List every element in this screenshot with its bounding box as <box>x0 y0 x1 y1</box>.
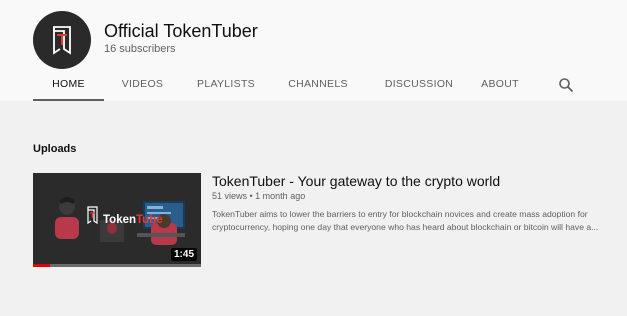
video-duration: 1:45 <box>170 248 197 261</box>
video-title[interactable]: TokenTuber - Your gateway to the crypto … <box>212 173 612 189</box>
video-thumbnail[interactable]: TokenTube 1:45 <box>33 173 201 267</box>
channel-avatar[interactable] <box>33 11 91 69</box>
tab-channels[interactable]: CHANNELS <box>281 70 355 99</box>
watch-progress-fill <box>33 264 50 267</box>
tab-videos[interactable]: VIDEOS <box>113 70 172 99</box>
search-icon <box>559 78 573 92</box>
thumbnail-title: TokenTube <box>103 214 163 226</box>
video-description-line: cryptocurrency, hoping one day that ever… <box>212 222 599 232</box>
subscriber-count: 16 subscribers <box>104 43 176 55</box>
tab-discussion[interactable]: DISCUSSION <box>375 70 463 99</box>
channel-tabs: HOME VIDEOS PLAYLISTS CHANNELS DISCUSSIO… <box>33 70 627 101</box>
tab-home[interactable]: HOME <box>33 70 104 101</box>
video-description-line: TokenTuber aims to lower the barriers to… <box>212 209 588 219</box>
uploads-heading: Uploads <box>33 143 77 155</box>
thumbnail-text-token: Token <box>103 214 137 226</box>
channel-header: Official TokenTuber 16 subscribers HOME … <box>0 0 627 101</box>
thumbnail-text-tube: Tube <box>136 214 163 226</box>
channel-name: Official TokenTuber <box>104 21 258 41</box>
tab-playlists[interactable]: PLAYLISTS <box>191 70 261 99</box>
watch-progress-bar <box>33 264 201 267</box>
search-button[interactable] <box>557 76 575 94</box>
tokentuber-logo-icon <box>53 26 71 55</box>
video-meta: 51 views • 1 month ago <box>212 191 306 201</box>
video-description: TokenTuber aims to lower the barriers to… <box>212 208 612 234</box>
tab-about[interactable]: ABOUT <box>475 70 525 99</box>
